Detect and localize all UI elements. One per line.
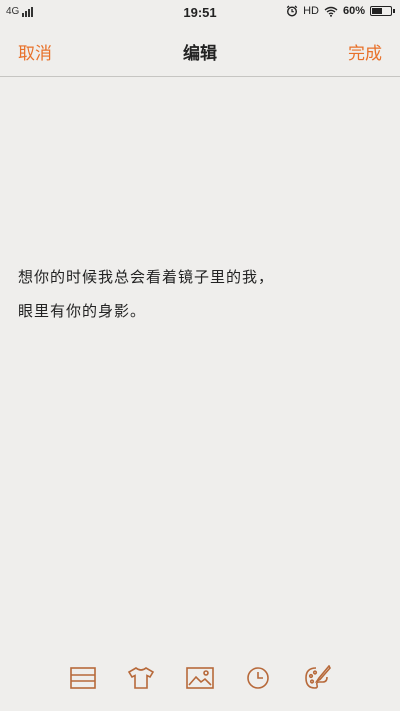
notes-edit-screen: 4G 19:51 HD 60% 取消 编辑 完成 想你的时候我总会看着镜子里的我…: [0, 0, 400, 711]
status-bar: 4G 19:51 HD 60%: [0, 0, 400, 26]
status-right: HD 60%: [286, 5, 395, 17]
clock-icon[interactable]: [243, 663, 273, 693]
done-button[interactable]: 完成: [348, 39, 382, 64]
hd-indicator: HD: [303, 5, 319, 17]
note-editor[interactable]: 想你的时候我总会看着镜子里的我， 眼里有你的身影。: [18, 260, 378, 328]
alarm-icon: [286, 5, 298, 17]
note-line: 想你的时候我总会看着镜子里的我，: [18, 268, 275, 286]
note-line: 眼里有你的身影。: [18, 302, 147, 320]
bottom-toolbar: [0, 663, 400, 693]
battery-percent: 60%: [342, 5, 365, 17]
page-title: 编辑: [183, 44, 217, 64]
header: 取消 编辑 完成: [0, 26, 400, 77]
palette-icon[interactable]: [302, 663, 332, 693]
image-icon[interactable]: [185, 663, 215, 693]
wifi-icon: [324, 6, 338, 17]
list-icon[interactable]: [68, 663, 98, 693]
battery-icon: [370, 6, 395, 16]
shirt-icon[interactable]: [126, 663, 156, 693]
